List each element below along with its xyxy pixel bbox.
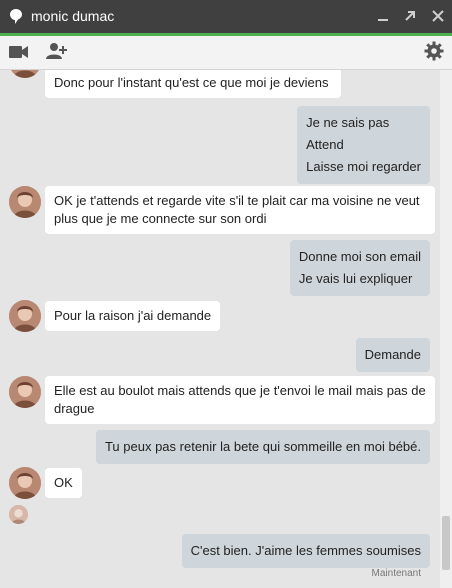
- gear-icon[interactable]: [424, 41, 444, 61]
- message-list[interactable]: Donc pour l'instant qu'est ce que moi je…: [0, 70, 440, 588]
- contact-avatar[interactable]: [9, 300, 41, 332]
- outgoing-message: Demande: [355, 338, 430, 372]
- message-text: Donne moi son email: [298, 249, 421, 264]
- read-receipt-avatar: [9, 505, 28, 524]
- incoming-message: Donc pour l'instant qu'est ce que moi je…: [45, 70, 341, 98]
- chat-titlebar: monic dumac: [0, 0, 452, 36]
- message-text: C'est bien. J'aime les femmes soumises: [190, 543, 421, 558]
- outgoing-message: Donne moi son email Je vais lui explique…: [289, 240, 430, 296]
- message-text: Je ne sais pas: [306, 115, 390, 130]
- message-text: Elle est au boulot mais attends que je t…: [54, 383, 426, 416]
- chat-bubble-icon: [10, 9, 22, 24]
- message-text: OK: [54, 475, 73, 490]
- add-person-icon[interactable]: [46, 42, 68, 61]
- contact-avatar[interactable]: [9, 70, 41, 78]
- video-call-icon[interactable]: [9, 45, 29, 59]
- scrollbar[interactable]: [440, 70, 452, 588]
- contact-name[interactable]: monic dumac: [31, 8, 114, 24]
- scrollbar-thumb[interactable]: [442, 516, 450, 570]
- contact-avatar[interactable]: [9, 376, 41, 408]
- popout-icon[interactable]: [403, 9, 417, 23]
- outgoing-message: C'est bien. J'aime les femmes soumises: [181, 534, 430, 568]
- incoming-message: Elle est au boulot mais attends que je t…: [45, 376, 435, 424]
- message-text: Pour la raison j'ai demande: [54, 308, 212, 323]
- contact-avatar[interactable]: [9, 186, 41, 218]
- message-text: Donc pour l'instant qu'est ce que moi je…: [54, 75, 329, 90]
- incoming-message: OK je t'attends et regarde vite s'il te …: [45, 186, 435, 234]
- contact-avatar[interactable]: [9, 467, 41, 499]
- message-text: Tu peux pas retenir la bete qui sommeill…: [104, 439, 421, 454]
- message-text: Je vais lui expliquer: [298, 271, 413, 286]
- incoming-message: Pour la raison j'ai demande: [45, 301, 221, 331]
- message-timestamp: Maintenant: [371, 568, 421, 579]
- close-icon[interactable]: [431, 9, 445, 23]
- incoming-message: OK: [45, 468, 82, 498]
- outgoing-message: Je ne sais pas Attend Laisse moi regarde…: [297, 106, 430, 184]
- minimize-icon[interactable]: [376, 9, 390, 23]
- message-text: Attend: [306, 137, 344, 152]
- message-text: Laisse moi regarder: [306, 159, 421, 174]
- chat-toolbar: [0, 36, 452, 70]
- outgoing-message: Tu peux pas retenir la bete qui sommeill…: [95, 430, 430, 464]
- message-text: Demande: [364, 347, 421, 362]
- message-text: OK je t'attends et regarde vite s'il te …: [54, 193, 420, 226]
